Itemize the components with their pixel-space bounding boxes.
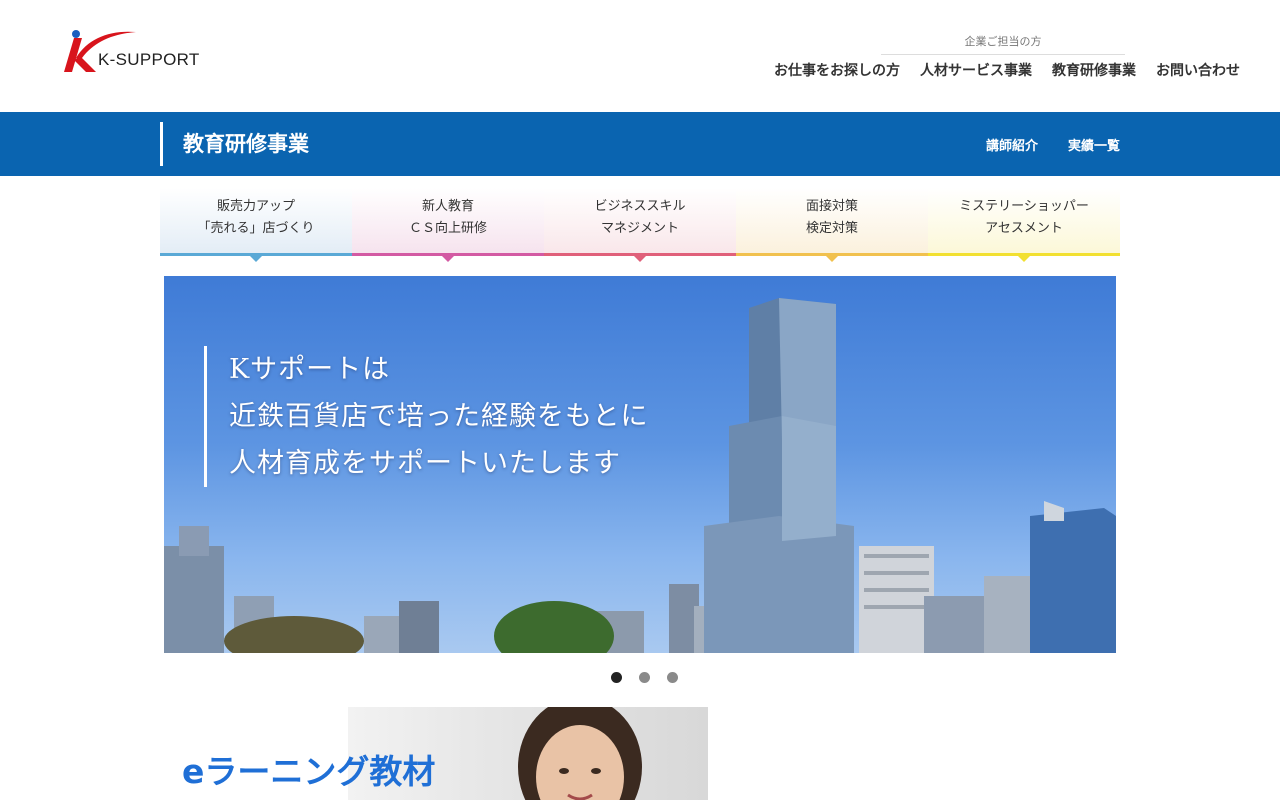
nav-education-training[interactable]: 教育研修事業 [1052, 60, 1136, 80]
hero-line: 近鉄百貨店で培った経験をもとに [229, 401, 649, 432]
tab-line: 「売れる」店づくり [197, 221, 315, 236]
section-sub-navigation: 講師紹介 実績一覧 [986, 112, 1120, 176]
tab-pointer-icon [250, 256, 262, 262]
tab-line: 面接対策 [805, 199, 858, 214]
tab-sales-improvement[interactable]: 販売力アップ 「売れる」店づくり [160, 188, 352, 262]
tab-line: 新人教育 [421, 199, 474, 214]
tab-pointer-icon [826, 256, 838, 262]
hero-line: 人材育成をサポートいたします [229, 448, 621, 479]
elearning-title: eラーニング教材 [182, 752, 436, 791]
nav-contact[interactable]: お問い合わせ [1156, 60, 1240, 80]
top-navigation: お仕事をお探しの方 人材サービス事業 教育研修事業 お問い合わせ [774, 60, 1240, 80]
tab-line: ミステリーショッパー [959, 199, 1089, 214]
hero-slider[interactable]: Kサポートは 近鉄百貨店で培った経験をもとに 人材育成をサポートいたします [164, 276, 1116, 653]
slider-dot[interactable] [639, 672, 650, 683]
section-bar: 教育研修事業 講師紹介 実績一覧 [0, 112, 1280, 176]
category-tabs: 販売力アップ 「売れる」店づくり 新人教育 ＣＳ向上研修 ビジネススキル マネジ… [160, 188, 1120, 262]
tab-line: 検定対策 [805, 221, 858, 236]
elearning-banner[interactable]: eラーニング教材 [164, 707, 708, 800]
sub-nav-instructors[interactable]: 講師紹介 [986, 135, 1038, 154]
k-support-logo[interactable]: K-SUPPORT [62, 28, 212, 80]
hero-catchphrase: Kサポートは 近鉄百貨店で培った経験をもとに 人材育成をサポートいたします [204, 346, 648, 487]
tab-line: ＣＳ向上研修 [408, 221, 487, 236]
tab-pointer-icon [442, 256, 454, 262]
tab-pointer-icon [1018, 256, 1030, 262]
corporate-label: 企業ご担当の方 [881, 33, 1125, 55]
hero-line: Kサポートは [229, 354, 391, 385]
tab-line: マネジメント [600, 221, 679, 236]
nav-staffing-services[interactable]: 人材サービス事業 [920, 60, 1032, 80]
tab-line: 販売力アップ [216, 199, 295, 214]
tab-business-skills[interactable]: ビジネススキル マネジメント [544, 188, 736, 262]
section-title: 教育研修事業 [160, 122, 309, 166]
nav-job-seekers[interactable]: お仕事をお探しの方 [774, 60, 900, 80]
slider-pagination [611, 672, 678, 683]
tab-interview-exam-prep[interactable]: 面接対策 検定対策 [736, 188, 928, 262]
sub-nav-achievements[interactable]: 実績一覧 [1068, 135, 1120, 154]
tab-mystery-shopper[interactable]: ミステリーショッパー アセスメント [928, 188, 1120, 262]
logo-text: K-SUPPORT [98, 50, 200, 69]
tab-pointer-icon [634, 256, 646, 262]
tab-line: アセスメント [985, 221, 1063, 236]
site-header: K-SUPPORT 企業ご担当の方 お仕事をお探しの方 人材サービス事業 教育研… [0, 0, 1280, 112]
tab-new-employee-training[interactable]: 新人教育 ＣＳ向上研修 [352, 188, 544, 262]
tab-line: ビジネススキル [594, 199, 686, 214]
slider-dot[interactable] [667, 672, 678, 683]
slider-dot[interactable] [611, 672, 622, 683]
